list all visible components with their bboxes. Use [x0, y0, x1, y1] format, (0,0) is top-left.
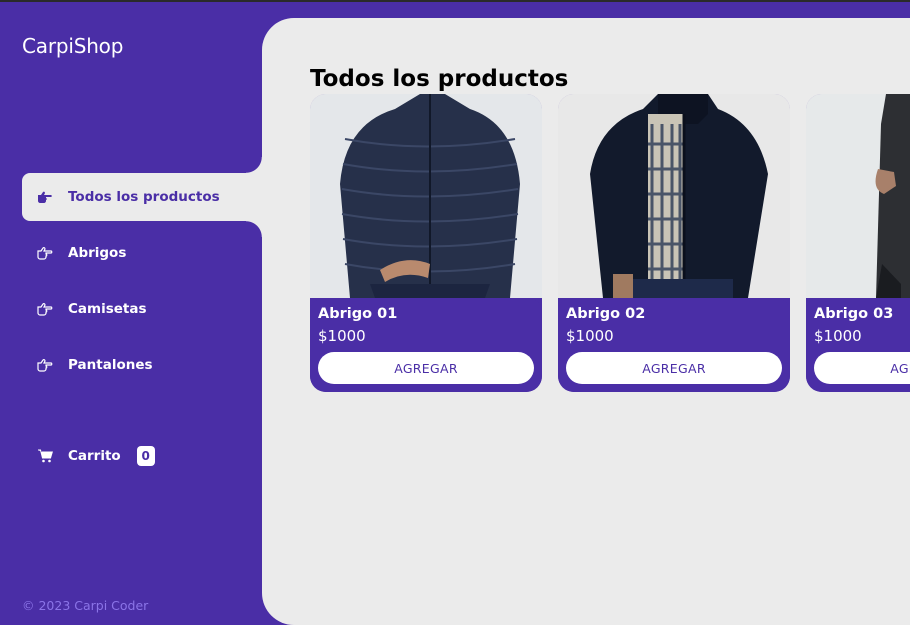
add-to-cart-button[interactable]: AGREGAR	[814, 352, 910, 384]
product-price: $1000	[318, 327, 366, 345]
page-title: Todos los productos	[310, 66, 569, 92]
sidebar: CarpiShop Todos los productos Abrigos Ca…	[0, 2, 262, 625]
product-name: Abrigo 03	[814, 306, 894, 322]
sidebar-item-todos-los-productos[interactable]: Todos los productos	[22, 157, 262, 237]
product-card: Abrigo 03 $1000 AGREGAR	[806, 94, 910, 392]
add-to-cart-button[interactable]: AGREGAR	[318, 352, 534, 384]
sidebar-item-label: Pantalones	[68, 357, 153, 373]
product-info: Abrigo 02 $1000 AGREGAR	[558, 298, 790, 392]
product-info: Abrigo 03 $1000 AGREGAR	[806, 298, 910, 392]
product-image	[558, 94, 790, 298]
product-price: $1000	[814, 327, 862, 345]
add-to-cart-button[interactable]: AGREGAR	[566, 352, 782, 384]
copyright-footer: © 2023 Carpi Coder	[22, 598, 149, 613]
cart-icon	[36, 447, 54, 465]
sidebar-item-label: Abrigos	[68, 245, 127, 261]
cart-label: Carrito	[68, 448, 121, 464]
product-image	[806, 94, 910, 298]
cart-link[interactable]: Carrito 0	[22, 434, 155, 478]
hand-pointing-right-icon	[36, 188, 54, 206]
product-price: $1000	[566, 327, 614, 345]
hand-pointing-right-outline-icon	[36, 356, 54, 374]
main-content: Todos los productos Abrigo 01 $1000 AGRE…	[262, 18, 910, 625]
hand-pointing-right-outline-icon	[36, 300, 54, 318]
product-card: Abrigo 02 $1000 AGREGAR	[558, 94, 790, 392]
sidebar-item-pantalones[interactable]: Pantalones	[22, 341, 262, 389]
product-name: Abrigo 01	[318, 306, 398, 322]
sidebar-item-label: Camisetas	[68, 301, 147, 317]
sidebar-item-label: Todos los productos	[68, 189, 220, 205]
sidebar-item-abrigos[interactable]: Abrigos	[22, 229, 262, 277]
hand-pointing-right-outline-icon	[36, 244, 54, 262]
product-card: Abrigo 01 $1000 AGREGAR	[310, 94, 542, 392]
product-info: Abrigo 01 $1000 AGREGAR	[310, 298, 542, 392]
cart-count-badge: 0	[136, 446, 155, 466]
product-name: Abrigo 02	[566, 306, 646, 322]
sidebar-item-camisetas[interactable]: Camisetas	[22, 285, 262, 333]
product-image	[310, 94, 542, 298]
brand-logo[interactable]: CarpiShop	[22, 34, 123, 58]
